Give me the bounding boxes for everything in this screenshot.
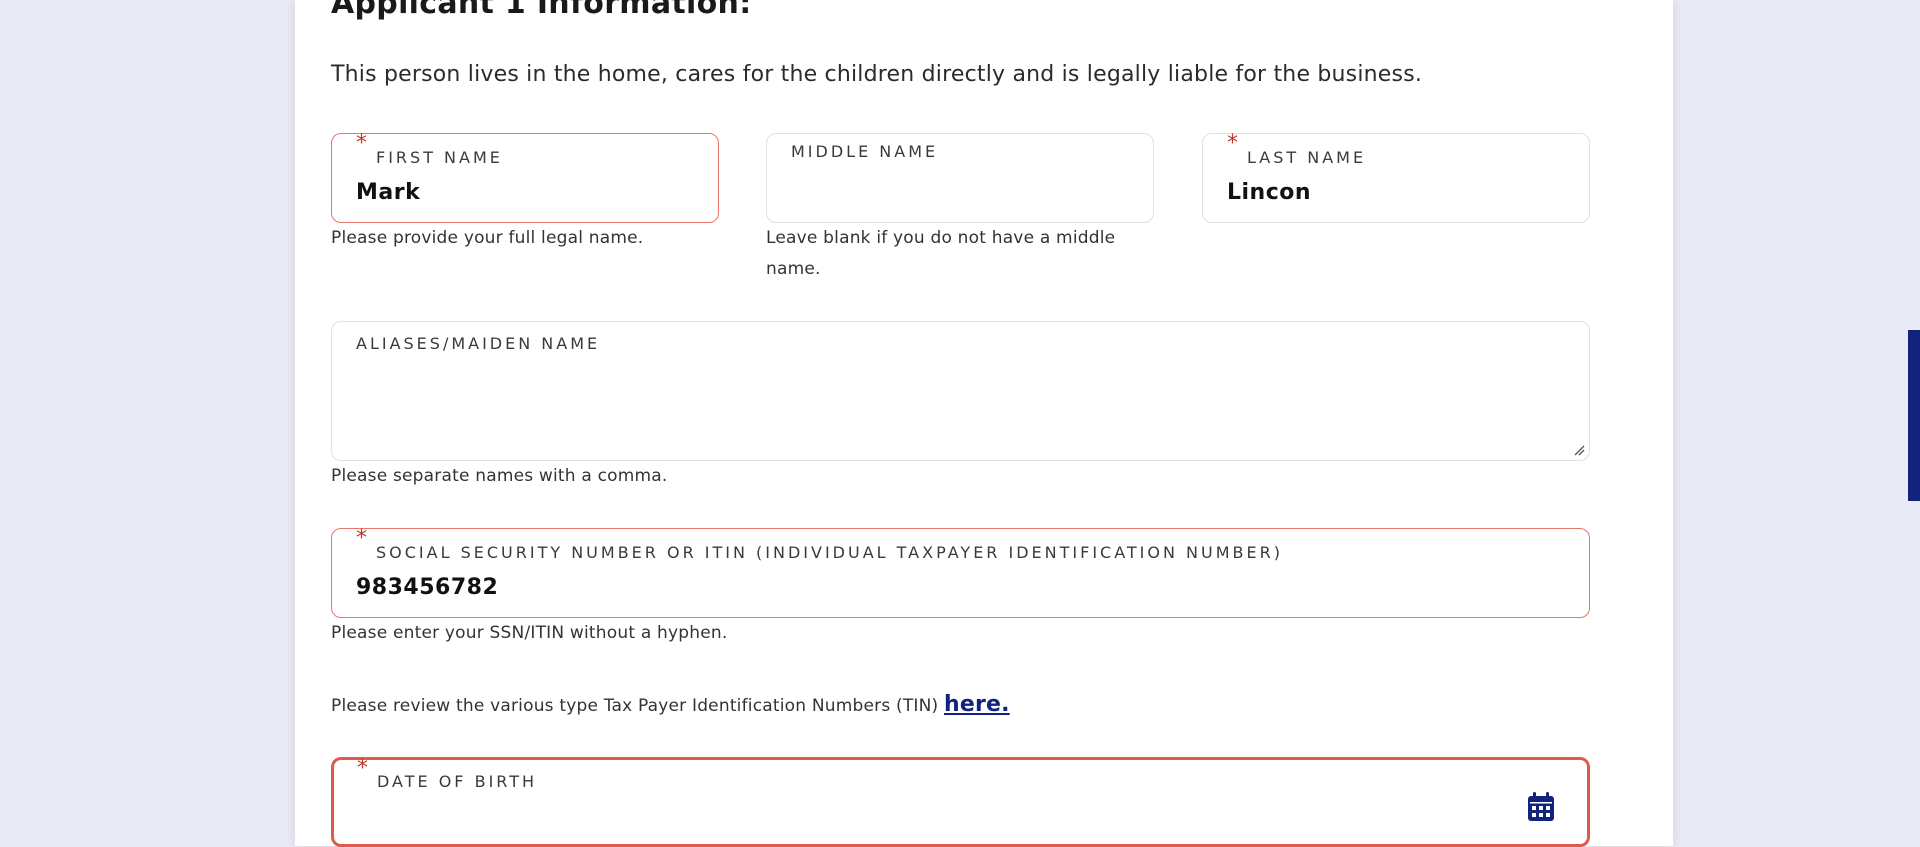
last-name-field[interactable]: * LAST NAME Lincon: [1202, 131, 1590, 223]
middle-name-help-line-2: name.: [766, 259, 821, 279]
middle-name-label: MIDDLE NAME: [791, 142, 939, 161]
section-intro: This person lives in the home, cares for…: [331, 62, 1423, 87]
last-name-label: LAST NAME: [1247, 148, 1367, 167]
scrollbar-thumb[interactable]: [1908, 330, 1920, 501]
tin-note-text: Please review the various type Tax Payer…: [331, 696, 939, 716]
aliases-help: Please separate names with a comma.: [331, 466, 668, 486]
ssn-label: SOCIAL SECURITY NUMBER OR ITIN (INDIVIDU…: [376, 543, 1283, 562]
ssn-help: Please enter your SSN/ITIN without a hyp…: [331, 623, 728, 643]
section-title: Applicant 1 Information:: [331, 0, 752, 21]
date-of-birth-field[interactable]: * DATE OF BIRTH: [331, 756, 1590, 847]
last-name-value[interactable]: Lincon: [1227, 180, 1311, 205]
aliases-label: ALIASES/MAIDEN NAME: [356, 334, 601, 353]
first-name-field[interactable]: * FIRST NAME Mark: [331, 131, 719, 223]
ssn-value[interactable]: 983456782: [356, 575, 498, 600]
middle-name-help: Leave blank if you do not have a middle …: [766, 223, 1126, 285]
middle-name-field[interactable]: MIDDLE NAME: [766, 133, 1154, 223]
first-name-label: FIRST NAME: [376, 148, 503, 167]
required-asterisk: *: [356, 131, 367, 156]
first-name-value[interactable]: Mark: [356, 180, 420, 205]
first-name-help: Please provide your full legal name.: [331, 228, 644, 248]
tin-note: Please review the various type Tax Payer…: [331, 689, 1010, 722]
required-asterisk: *: [1227, 131, 1238, 156]
calendar-icon[interactable]: [1527, 792, 1555, 822]
aliases-textarea[interactable]: ALIASES/MAIDEN NAME: [331, 321, 1590, 461]
tin-here-link[interactable]: here.: [944, 692, 1010, 717]
middle-name-help-line-1: Leave blank if you do not have a middle: [766, 228, 1116, 248]
required-asterisk: *: [357, 756, 368, 781]
date-of-birth-label: DATE OF BIRTH: [377, 772, 538, 791]
required-asterisk: *: [356, 526, 367, 551]
ssn-field[interactable]: * SOCIAL SECURITY NUMBER OR ITIN (INDIVI…: [331, 526, 1590, 618]
resize-handle-icon[interactable]: [1573, 444, 1585, 456]
